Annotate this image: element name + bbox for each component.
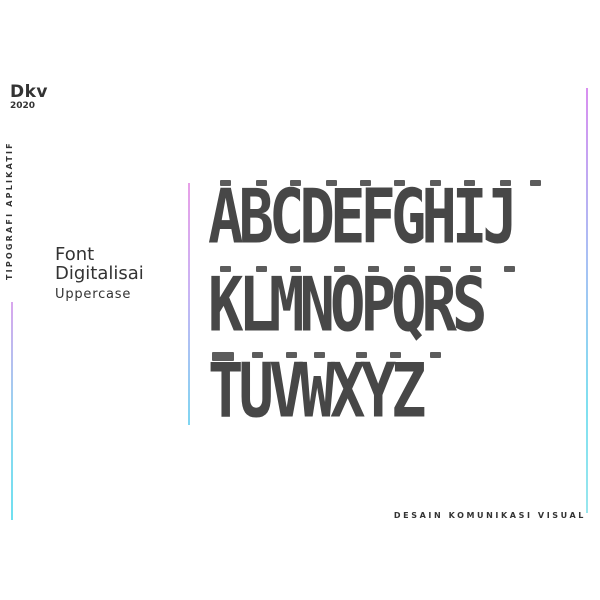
glyph-cap (256, 180, 267, 186)
glyph-cap (500, 180, 511, 186)
glyph-cap (394, 180, 405, 186)
glyph-cap (290, 266, 301, 272)
glyph-cap (290, 180, 301, 186)
glyph-cap (286, 352, 297, 358)
glyph-cap (220, 266, 231, 272)
glyph-cap (314, 352, 325, 358)
glyph-cap (252, 352, 263, 358)
font-name-line2: Digitalisai (55, 262, 144, 284)
brand-title: Dkv (10, 82, 48, 102)
brand: Dkv 2020 (10, 84, 48, 111)
glyph-cap (430, 180, 441, 186)
glyph-cap (390, 352, 401, 358)
glyph-cap (530, 180, 541, 186)
footer-label: DESAIN KOMUNIKASI VISUAL (393, 511, 586, 520)
glyph-cap (504, 266, 515, 272)
side-label: TIPOGRAFI APLIKATIF (5, 141, 14, 280)
gradient-line-right (586, 88, 588, 513)
glyph-cap (430, 352, 441, 358)
gradient-line-middle (188, 183, 190, 425)
gradient-line-left (11, 302, 13, 520)
glyph-cap-decorations (208, 180, 558, 440)
glyph-cap (356, 352, 367, 358)
glyph-cap (212, 352, 234, 361)
glyph-cap (220, 180, 231, 186)
glyph-cap (368, 266, 379, 272)
glyph-cap (256, 266, 267, 272)
glyph-cap (334, 266, 345, 272)
glyph-cap (326, 180, 337, 186)
glyph-cap (464, 180, 475, 186)
glyph-cap (440, 266, 451, 272)
glyph-cap (470, 266, 481, 272)
font-title-block: Font Digitalisai Uppercase (55, 245, 144, 302)
glyph-cap (360, 180, 371, 186)
glyph-cap (404, 266, 415, 272)
font-case-label: Uppercase (55, 286, 132, 302)
brand-year: 2020 (10, 101, 36, 111)
